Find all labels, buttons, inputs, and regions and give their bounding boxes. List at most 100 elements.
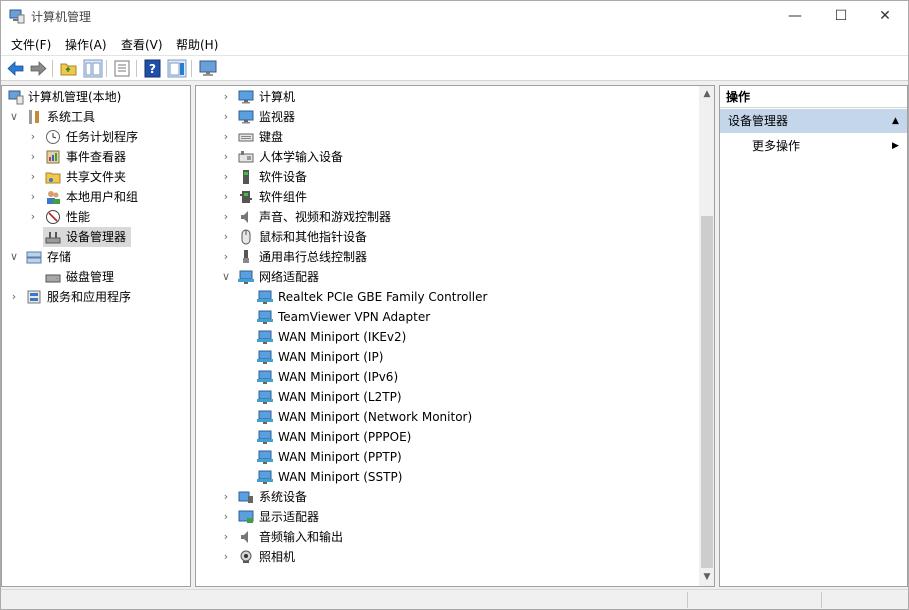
menu-help[interactable]: 帮助(H) [176, 36, 218, 53]
tree-item-local-users-groups[interactable]: › 本地用户和组 [2, 187, 190, 207]
scroll-down-icon[interactable]: ▼ [699, 569, 714, 586]
vertical-scrollbar[interactable]: ▲ ▼ [699, 86, 714, 586]
minimize-button[interactable]: — [772, 1, 818, 31]
chevron-right-icon[interactable]: › [220, 187, 232, 207]
show-tree-icon[interactable] [83, 59, 103, 78]
device-category-network-adapters[interactable]: ∨ 网络适配器 [196, 267, 696, 287]
forward-arrow-icon[interactable] [28, 59, 48, 78]
device-category[interactable]: › 键盘 [196, 127, 696, 147]
device-tree-label: WAN Miniport (L2TP) [278, 390, 402, 404]
scroll-up-icon[interactable]: ▲ [699, 86, 714, 103]
tree-item-shared-folders[interactable]: › 共享文件夹 [2, 167, 190, 187]
device-category[interactable]: › 声音、视频和游戏控制器 [196, 207, 696, 227]
back-arrow-icon[interactable] [6, 59, 26, 78]
help-icon[interactable]: ? [143, 59, 163, 78]
device-tree-label: 照相机 [259, 550, 296, 564]
tree-item-label: 磁盘管理 [66, 270, 115, 284]
network-adapter-item[interactable]: WAN Miniport (IPv6) [196, 367, 696, 387]
chevron-right-icon[interactable]: › [220, 487, 232, 507]
device-category[interactable]: › 照相机 [196, 547, 696, 567]
tree-item-label: 设备管理器 [66, 230, 127, 244]
device-tree-label: WAN Miniport (PPTP) [278, 450, 402, 464]
chevron-right-icon[interactable]: › [220, 507, 232, 527]
device-tree-label: 显示适配器 [259, 510, 320, 524]
chevron-down-icon[interactable]: ∨ [8, 107, 20, 127]
chevron-right-icon[interactable]: › [8, 287, 20, 307]
maximize-button[interactable]: ☐ [818, 1, 864, 31]
chevron-down-icon[interactable]: ∨ [8, 247, 20, 267]
menu-file[interactable]: 文件(F) [11, 36, 51, 53]
scrollbar-thumb[interactable] [701, 216, 713, 568]
tree-item-system-tools[interactable]: ∨ 系统工具 [2, 107, 190, 127]
properties-icon[interactable] [112, 59, 132, 78]
tree-item-computer-management-local[interactable]: 计算机管理(本地) [2, 87, 190, 107]
chevron-right-icon[interactable]: › [220, 527, 232, 547]
status-bar-separator [821, 592, 822, 608]
tree-item-disk-management[interactable]: 磁盘管理 [2, 267, 190, 287]
chevron-right-icon[interactable]: › [27, 187, 39, 207]
network-adapter-item[interactable]: WAN Miniport (Network Monitor) [196, 407, 696, 427]
usb-icon [243, 250, 249, 263]
chevron-right-icon[interactable]: › [220, 247, 232, 267]
actions-section-label: 设备管理器 [728, 114, 789, 128]
monitor-icon[interactable] [198, 59, 218, 78]
close-button[interactable]: ✕ [862, 1, 908, 31]
tree-item-performance[interactable]: › 性能 [2, 207, 190, 227]
chevron-right-icon[interactable]: › [27, 207, 39, 227]
network-adapter-item[interactable]: WAN Miniport (PPTP) [196, 447, 696, 467]
tree-item-label: 任务计划程序 [66, 130, 139, 144]
chevron-right-icon[interactable]: › [27, 127, 39, 147]
actions-pane: 操作 设备管理器 ▲ 更多操作 ▶ [719, 85, 908, 587]
chevron-right-icon[interactable]: › [27, 167, 39, 187]
network-adapter-item[interactable]: WAN Miniport (SSTP) [196, 467, 696, 487]
chevron-right-icon[interactable]: › [220, 227, 232, 247]
chevron-right-icon[interactable]: › [220, 547, 232, 567]
device-category[interactable]: › 人体学输入设备 [196, 147, 696, 167]
device-tree-label: 监视器 [259, 110, 296, 124]
tree-item-device-manager[interactable]: 设备管理器 [2, 227, 190, 247]
chevron-right-icon[interactable]: › [220, 147, 232, 167]
tree-item-storage[interactable]: ∨ 存储 [2, 247, 190, 267]
network-adapter-item[interactable]: WAN Miniport (PPPOE) [196, 427, 696, 447]
network-adapter-item[interactable]: WAN Miniport (IKEv2) [196, 327, 696, 347]
network-adapter-item[interactable]: TeamViewer VPN Adapter [196, 307, 696, 327]
tree-item-services-applications[interactable]: › 服务和应用程序 [2, 287, 190, 307]
menu-action[interactable]: 操作(A) [65, 36, 107, 53]
device-category[interactable]: › 通用串行总线控制器 [196, 247, 696, 267]
device-category[interactable]: › 显示适配器 [196, 507, 696, 527]
chevron-right-icon[interactable]: › [220, 127, 232, 147]
collapse-up-icon[interactable]: ▲ [892, 109, 899, 133]
shared-folder-icon [45, 172, 61, 184]
device-category[interactable]: › 软件组件 [196, 187, 696, 207]
software-component-icon [240, 191, 252, 203]
network-adapter-item[interactable]: WAN Miniport (IP) [196, 347, 696, 367]
menu-view[interactable]: 查看(V) [121, 36, 163, 53]
network-adapter-icon [257, 450, 273, 464]
chevron-down-icon[interactable]: ∨ [220, 267, 232, 287]
actions-section-device-manager[interactable]: 设备管理器 ▲ [720, 109, 907, 133]
chevron-right-icon[interactable]: › [220, 167, 232, 187]
device-category[interactable]: › 鼠标和其他指针设备 [196, 227, 696, 247]
navigation-tree-pane: 计算机管理(本地) ∨ 系统工具 › 任务计划程序 › 事件查看器 › 共享文件… [1, 85, 191, 587]
keyboard-icon [238, 133, 254, 142]
network-adapter-icon [257, 470, 273, 484]
folder-up-icon[interactable] [59, 59, 79, 78]
device-category[interactable]: › 监视器 [196, 107, 696, 127]
more-actions-item[interactable]: 更多操作 ▶ [720, 135, 907, 157]
tree-item-event-viewer[interactable]: › 事件查看器 [2, 147, 190, 167]
network-adapter-item[interactable]: Realtek PCIe GBE Family Controller [196, 287, 696, 307]
device-tree-label: 计算机 [259, 90, 296, 104]
chevron-right-icon[interactable]: › [27, 147, 39, 167]
action-pane-icon[interactable] [167, 59, 187, 78]
device-category[interactable]: › 软件设备 [196, 167, 696, 187]
device-tree-label: WAN Miniport (IKEv2) [278, 330, 407, 344]
chevron-right-icon[interactable]: › [220, 207, 232, 227]
chevron-right-icon[interactable]: › [220, 107, 232, 127]
network-adapter-item[interactable]: WAN Miniport (L2TP) [196, 387, 696, 407]
network-adapter-icon [257, 390, 273, 404]
device-category[interactable]: › 系统设备 [196, 487, 696, 507]
tree-item-task-scheduler[interactable]: › 任务计划程序 [2, 127, 190, 147]
device-category[interactable]: › 计算机 [196, 87, 696, 107]
chevron-right-icon[interactable]: › [220, 87, 232, 107]
device-category[interactable]: › 音频输入和输出 [196, 527, 696, 547]
